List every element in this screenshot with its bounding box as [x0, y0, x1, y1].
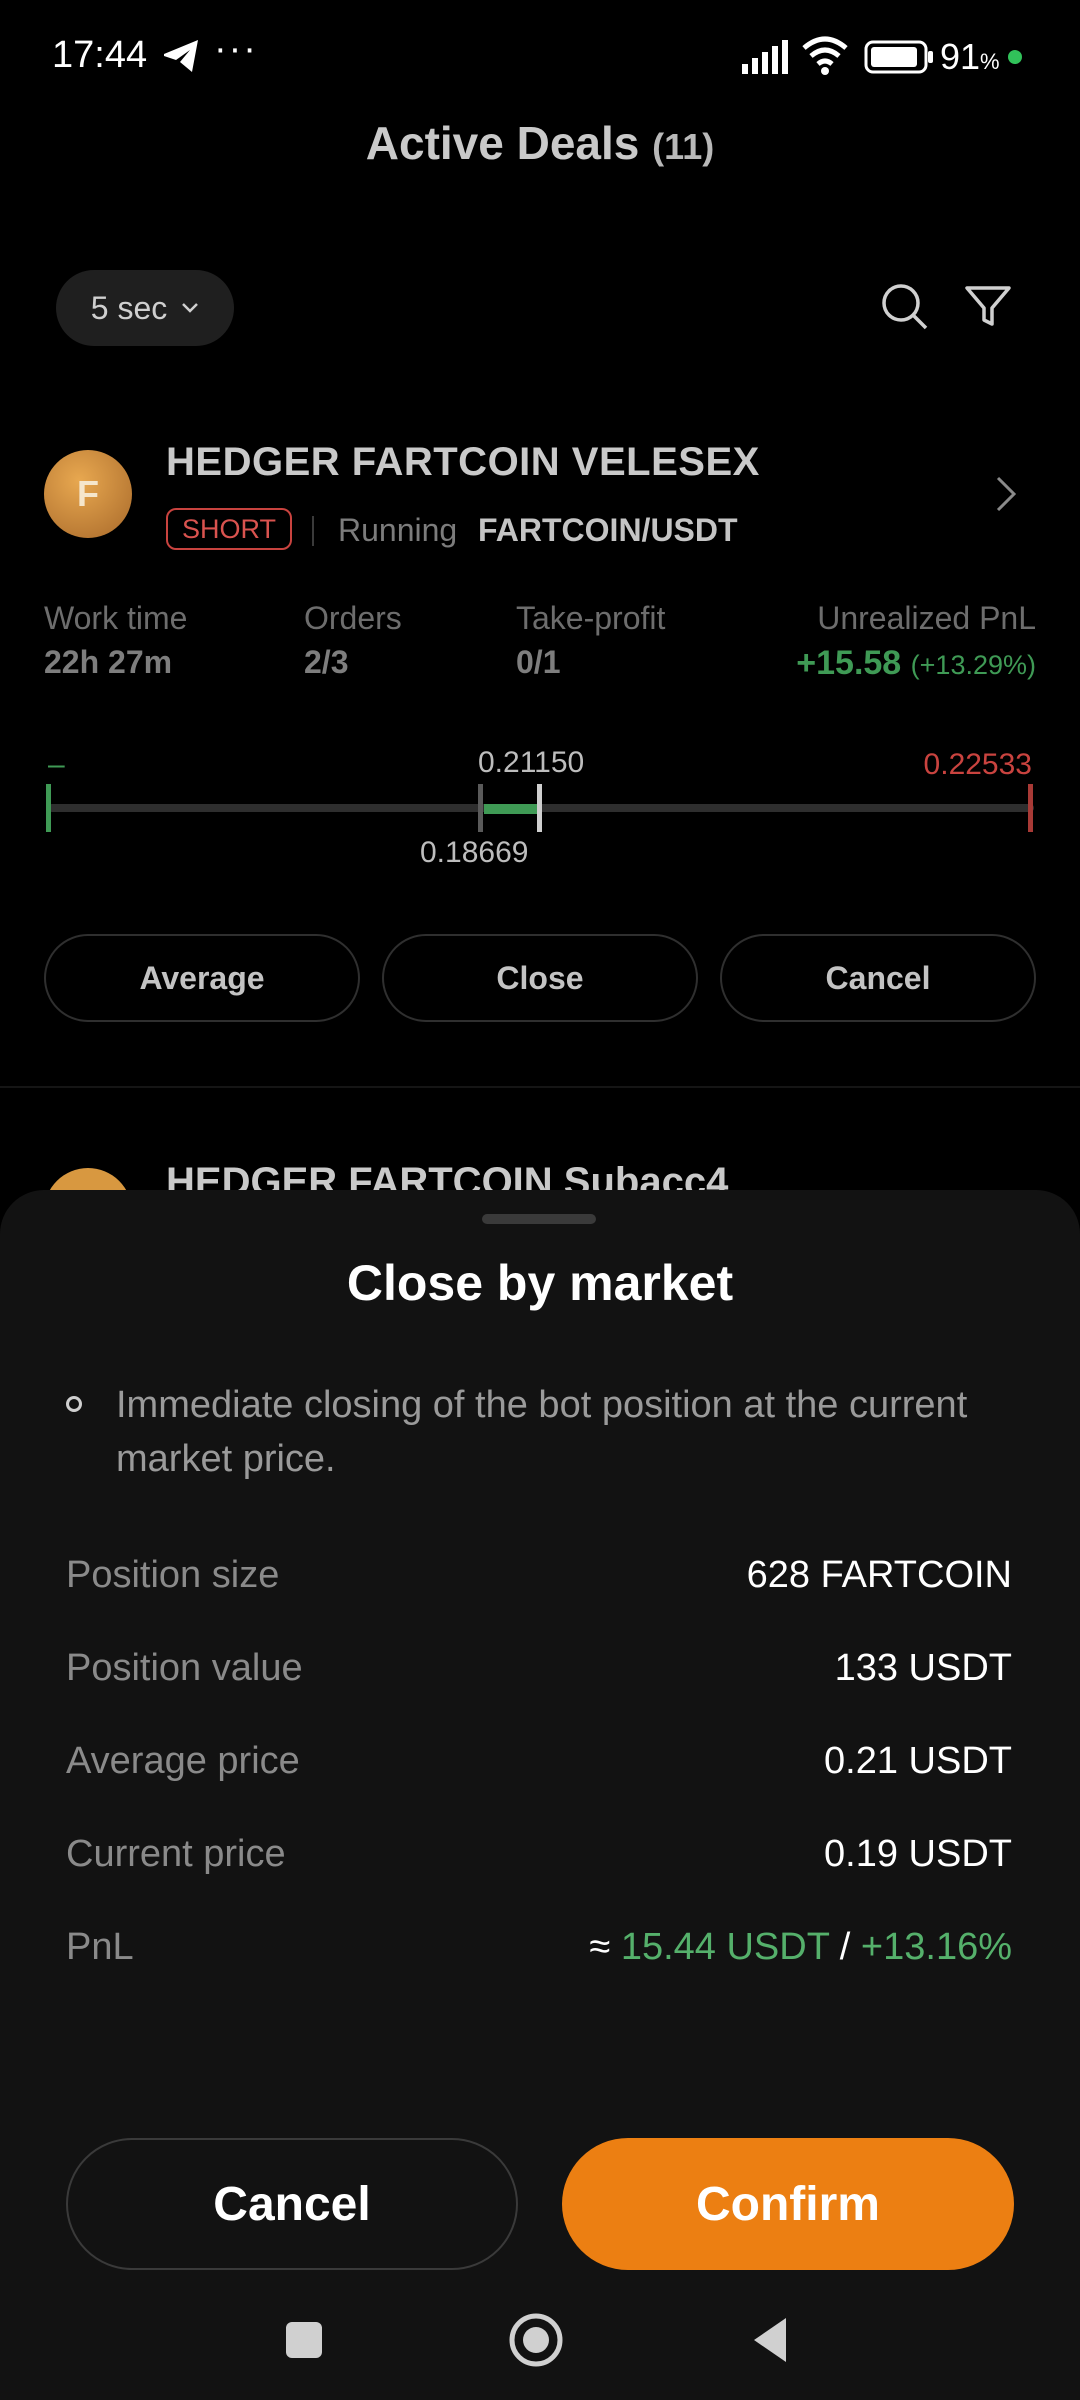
card-divider [0, 1086, 1080, 1088]
current-price-row-value: 0.19 USDT [824, 1833, 1012, 1875]
position-value-value: 133 USDT [834, 1647, 1012, 1689]
work-time-label: Work time [44, 600, 188, 636]
status-bar: 17:44 ··· 91% [0, 0, 1080, 110]
page-title: Active Deals (11) [365, 117, 715, 169]
avatar: F [44, 450, 132, 538]
unrealized-pnl-value: +15.58 (+13.29%) [796, 644, 1036, 682]
deal-count: (11) [652, 126, 715, 167]
chevron-right-icon[interactable] [994, 474, 1018, 514]
cancel-deal-button[interactable]: Cancel [720, 934, 1036, 1022]
side-badge: SHORT [166, 508, 293, 550]
chevron-down-icon [182, 303, 199, 313]
telegram-icon [164, 40, 198, 72]
back-icon[interactable] [740, 2310, 800, 2370]
bullet-icon [66, 1396, 82, 1412]
wifi-icon [802, 36, 848, 75]
current-price-row-label: Current price [66, 1833, 286, 1875]
signal-icon [742, 40, 788, 74]
deal-status: Running [338, 512, 458, 548]
battery-icon [864, 40, 933, 74]
recent-apps-icon[interactable] [274, 2310, 334, 2370]
sheet-title: Close by market [346, 1255, 734, 1311]
sheet-description: Immediate closing of the bot position at… [116, 1384, 968, 1480]
close-button[interactable]: Close [382, 934, 698, 1022]
range-start-marker [46, 784, 51, 832]
average-price-label: 0.21150 [478, 746, 585, 779]
deal-name: HEDGER FARTCOIN VELESEX [166, 440, 760, 484]
current-price-label: 0.18669 [420, 836, 529, 869]
pnl-label: PnL [66, 1926, 134, 1968]
privacy-indicator-dot [1008, 50, 1022, 64]
take-profit-value: 0/1 [516, 644, 561, 680]
more-notifications-icon: ··· [214, 28, 258, 70]
filter-icon[interactable] [962, 280, 1014, 332]
trading-pair: FARTCOIN/USDT [478, 512, 738, 548]
position-size-label: Position size [66, 1554, 280, 1596]
confirm-button[interactable]: Confirm [562, 2138, 1014, 2270]
average-price-marker [537, 784, 542, 832]
unrealized-pnl-label: Unrealized PnL [817, 600, 1036, 636]
sheet-drag-handle[interactable] [482, 1214, 596, 1224]
average-button[interactable]: Average [44, 934, 360, 1022]
average-price-row-value: 0.21 USDT [824, 1740, 1012, 1782]
cancel-button[interactable]: Cancel [66, 2138, 518, 2270]
work-time-value: 22h 27m [44, 644, 173, 680]
orders-label: Orders [304, 600, 402, 636]
battery-percent: 91% [940, 36, 1000, 77]
refresh-interval-dropdown[interactable]: 5 sec [56, 270, 234, 346]
status-time: 17:44 [52, 34, 148, 76]
divider [312, 516, 314, 546]
pnl-value: ≈ 15.44 USDT / +13.16% [589, 1926, 1012, 1968]
average-price-row-label: Average price [66, 1740, 300, 1782]
search-icon[interactable] [878, 280, 930, 332]
close-by-market-sheet: Close by market Immediate closing of the… [0, 1190, 1080, 2400]
home-icon[interactable] [506, 2310, 566, 2370]
interval-value: 5 sec [90, 289, 168, 326]
range-left-label: – [48, 748, 65, 781]
range-end-marker [1028, 784, 1033, 832]
position-value-label: Position value [66, 1647, 303, 1689]
take-profit-label: Take-profit [516, 600, 666, 636]
position-size-value: 628 FARTCOIN [746, 1554, 1012, 1596]
current-price-marker [478, 784, 483, 832]
orders-value: 2/3 [304, 644, 349, 680]
stop-price-label: 0.22533 [923, 748, 1032, 781]
price-range-fill [484, 804, 540, 814]
